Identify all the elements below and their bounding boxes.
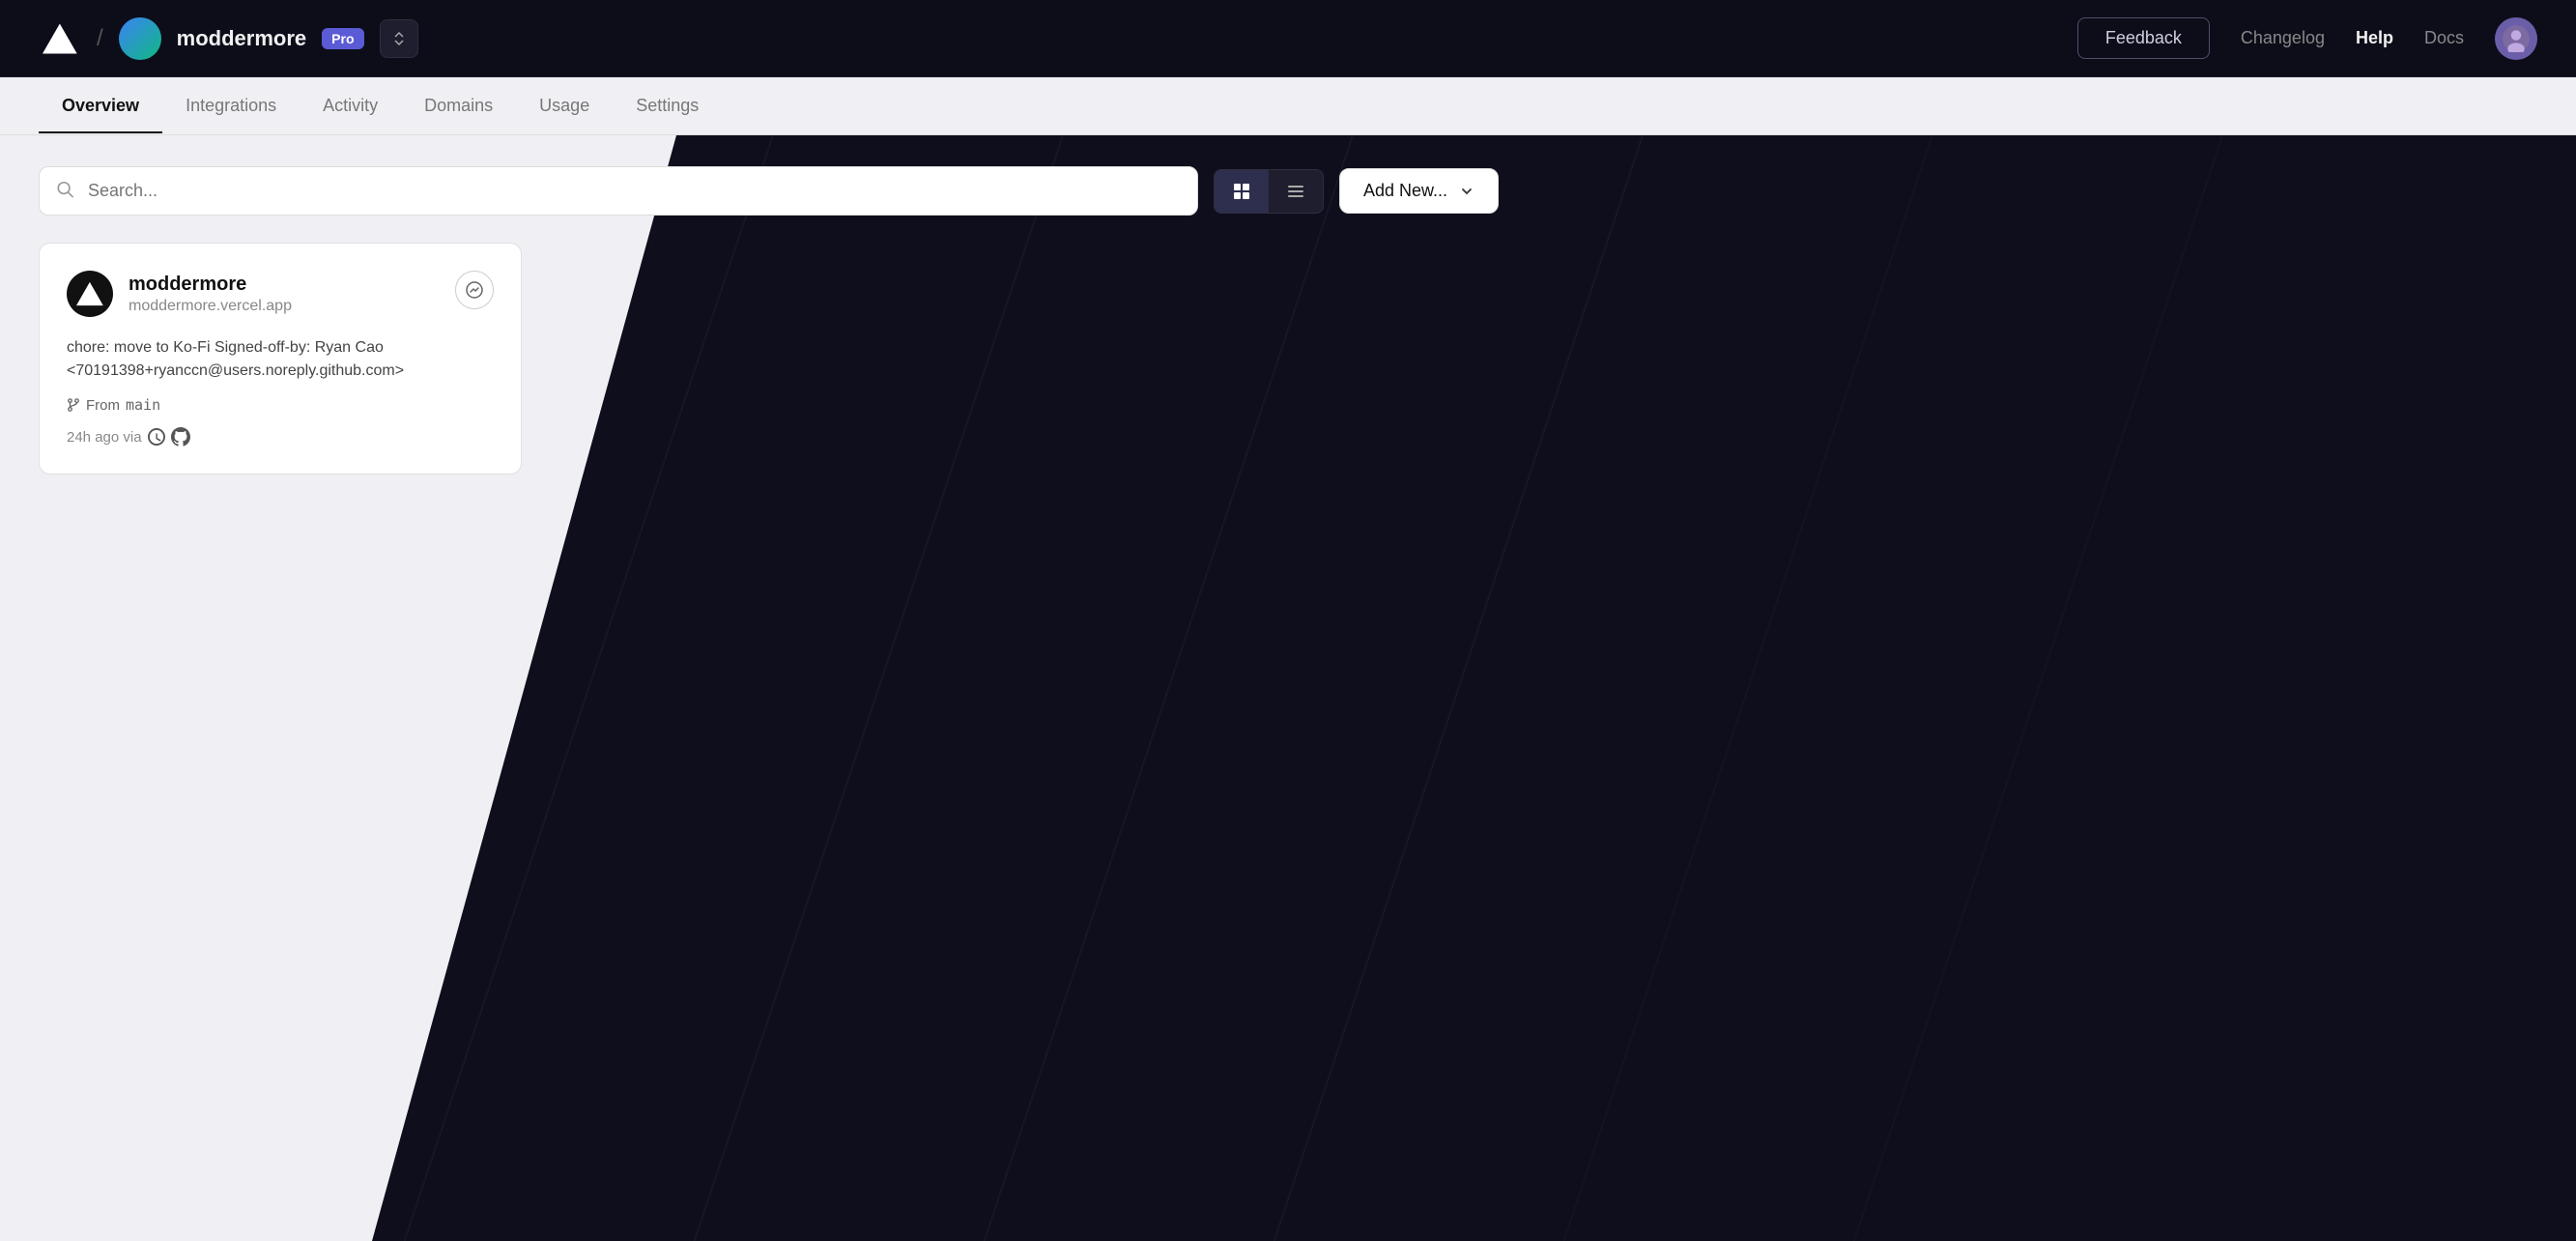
branch-name: main [126, 396, 160, 414]
card-header: moddermore moddermore.vercel.app [67, 271, 494, 317]
add-new-label: Add New... [1363, 181, 1447, 201]
feedback-button[interactable]: Feedback [2077, 17, 2210, 59]
view-toggle [1214, 169, 1324, 214]
card-branch: From main [67, 396, 494, 414]
list-view-button[interactable] [1269, 170, 1323, 213]
tab-domains[interactable]: Domains [401, 78, 516, 133]
tab-usage[interactable]: Usage [516, 78, 613, 133]
project-switcher-button[interactable] [380, 19, 418, 58]
project-icon [119, 17, 161, 60]
help-link[interactable]: Help [2356, 28, 2393, 48]
add-new-button[interactable]: Add New... [1339, 168, 1499, 214]
time-ago-text: 24h ago via [67, 429, 142, 446]
github-icon [171, 427, 190, 447]
user-avatar[interactable] [2495, 17, 2537, 60]
tab-activity[interactable]: Activity [300, 78, 401, 133]
tab-settings[interactable]: Settings [613, 78, 722, 133]
card-title-block: moddermore moddermore.vercel.app [129, 274, 292, 315]
header-left: / moddermore Pro [39, 17, 418, 60]
main-content: Add New... moddermore moddermore.v [0, 135, 2576, 1241]
branch-label: From [86, 397, 120, 414]
card-timestamp: 24h ago via [67, 427, 494, 447]
search-row: Add New... [39, 166, 2537, 216]
pro-badge: Pro [322, 28, 363, 49]
docs-link[interactable]: Docs [2424, 28, 2464, 48]
grid-view-button[interactable] [1215, 170, 1269, 213]
changelog-link[interactable]: Changelog [2241, 28, 2325, 48]
card-project-info: moddermore moddermore.vercel.app [67, 271, 292, 317]
tab-overview[interactable]: Overview [39, 78, 162, 133]
card-commit-message: chore: move to Ko-Fi Signed-off-by: Ryan… [67, 336, 494, 383]
card-project-name: moddermore [129, 274, 292, 296]
tab-integrations[interactable]: Integrations [162, 78, 300, 133]
search-wrapper [39, 166, 1198, 216]
card-logo-icon [67, 271, 113, 317]
nav-tabs: Overview Integrations Activity Domains U… [0, 77, 2576, 135]
project-name[interactable]: moddermore [177, 26, 306, 51]
search-input[interactable] [39, 166, 1198, 216]
header: / moddermore Pro Feedback Changelog Help… [0, 0, 2576, 77]
breadcrumb-separator: / [97, 25, 103, 52]
project-card[interactable]: moddermore moddermore.vercel.app chore: … [39, 243, 522, 475]
search-icon [56, 180, 73, 202]
card-project-url: moddermore.vercel.app [129, 298, 292, 315]
header-right: Feedback Changelog Help Docs [2077, 17, 2537, 60]
content-layer: Add New... moddermore moddermore.v [0, 135, 2576, 1241]
card-analytics-button[interactable] [455, 271, 494, 309]
vercel-logo-icon[interactable] [39, 17, 81, 60]
